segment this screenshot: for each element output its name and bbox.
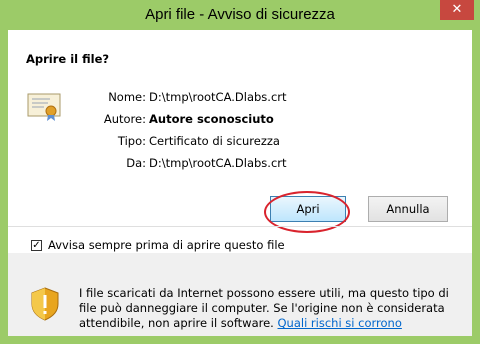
always-warn-label[interactable]: Avvisa sempre prima di aprire questo fil… — [48, 238, 285, 252]
divider — [8, 226, 472, 227]
from-label: Da: — [126, 156, 146, 170]
dialog-client-area: Aprire il file? Nome: D:\tmp\rootCA.Dlab… — [8, 30, 472, 336]
warning-panel: I file scaricati da Internet possono ess… — [8, 253, 472, 336]
dialog-window: Apri file - Avviso di sicurezza ✕ Aprire… — [0, 0, 480, 344]
always-warn-checkbox[interactable]: ✓ — [31, 240, 42, 251]
title-bar[interactable]: Apri file - Avviso di sicurezza ✕ — [0, 0, 480, 30]
shield-warning-icon — [31, 287, 59, 321]
window-title: Apri file - Avviso di sicurezza — [145, 6, 335, 23]
close-icon: ✕ — [451, 2, 463, 17]
checkmark-icon: ✓ — [32, 240, 41, 251]
open-button[interactable]: Apri — [270, 196, 346, 222]
name-value: D:\tmp\rootCA.Dlabs.crt — [149, 90, 287, 104]
security-warning-text: I file scaricati da Internet possono ess… — [79, 286, 459, 331]
author-label: Autore: — [103, 112, 146, 126]
cancel-button[interactable]: Annulla — [368, 196, 448, 222]
type-value: Certificato di sicurezza — [149, 134, 280, 148]
author-value: Autore sconosciuto — [149, 112, 274, 126]
close-button[interactable]: ✕ — [440, 0, 474, 20]
file-info-panel: Aprire il file? Nome: D:\tmp\rootCA.Dlab… — [8, 30, 472, 253]
type-label: Tipo: — [117, 134, 146, 148]
name-label: Nome: — [108, 90, 146, 104]
dialog-question: Aprire il file? — [26, 52, 110, 66]
from-value: D:\tmp\rootCA.Dlabs.crt — [149, 156, 287, 170]
risks-link[interactable]: Quali rischi si corrono — [278, 316, 402, 330]
